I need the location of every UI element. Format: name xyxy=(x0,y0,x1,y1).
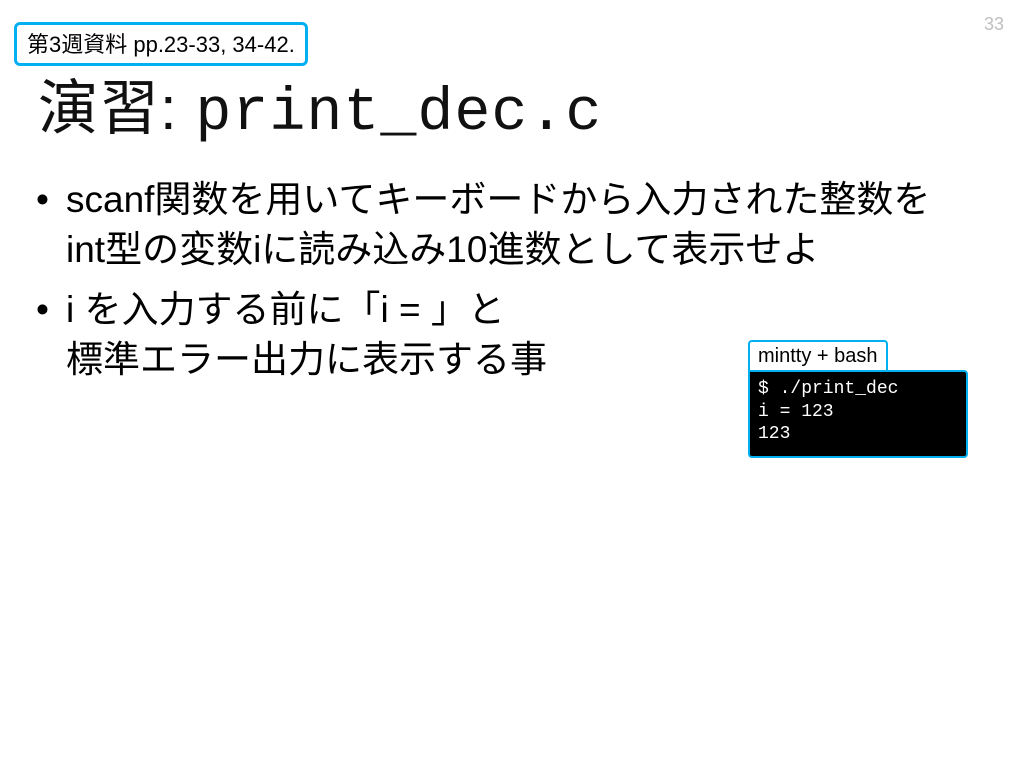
terminal-example: mintty + bash $ ./print_dec i = 123 123 xyxy=(748,340,968,458)
terminal-label: mintty + bash xyxy=(748,340,888,370)
slide-title: 演習: print_dec.c xyxy=(38,60,602,148)
terminal-output: $ ./print_dec i = 123 123 xyxy=(748,370,968,458)
title-filename: print_dec.c xyxy=(195,80,602,148)
bullet-item: i を入力する前に「i = 」と 標準エラー出力に表示する事 xyxy=(66,285,706,385)
title-prefix: 演習: xyxy=(38,75,195,142)
page-number: 33 xyxy=(984,14,1004,35)
bullet-item: scanf関数を用いてキーボードから入力された整数をint型の変数iに読み込み1… xyxy=(66,175,966,275)
